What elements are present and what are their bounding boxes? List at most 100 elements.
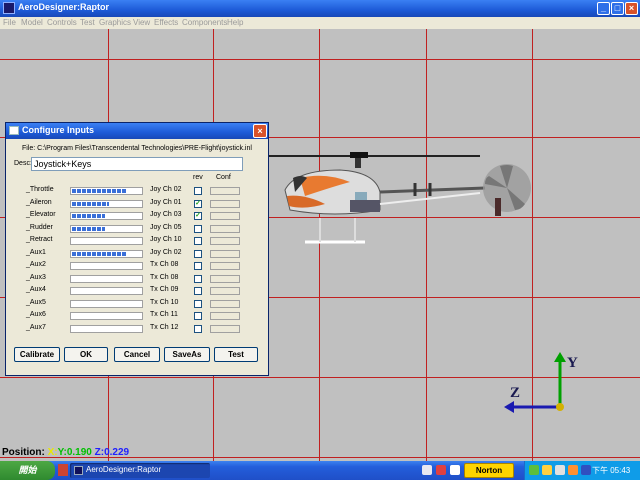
reverse-checkbox[interactable]: [194, 300, 202, 308]
reverse-checkbox[interactable]: ✓: [194, 212, 202, 220]
taskbar: 開始 AeroDesigner:Raptor Norton 下午 05:43: [0, 461, 640, 480]
tray-update-icon[interactable]: [568, 465, 578, 475]
conf-button[interactable]: [210, 300, 240, 308]
conf-button[interactable]: [210, 237, 240, 245]
reverse-checkbox[interactable]: [194, 312, 202, 320]
input-level-bar: [70, 287, 143, 295]
conf-button[interactable]: [210, 287, 240, 295]
tray-network-icon[interactable]: [529, 465, 539, 475]
menu-components[interactable]: Components: [182, 17, 227, 29]
reverse-checkbox[interactable]: [194, 250, 202, 258]
test-button[interactable]: Test: [214, 347, 258, 362]
channel-label[interactable]: Joy Ch 05: [150, 224, 182, 231]
configure-inputs-dialog: Configure Inputs × File: C:\Program File…: [5, 122, 269, 376]
menu-effects[interactable]: Effects: [154, 17, 178, 29]
norton-button[interactable]: Norton: [464, 463, 514, 478]
reverse-checkbox[interactable]: [194, 237, 202, 245]
channel-label[interactable]: Joy Ch 02: [150, 186, 182, 193]
menu-bar: File Model Controls Test Graphics View E…: [0, 17, 640, 29]
channel-label[interactable]: Joy Ch 02: [150, 249, 182, 256]
dialog-title-bar[interactable]: Configure Inputs ×: [6, 123, 268, 139]
channel-label[interactable]: Joy Ch 03: [150, 211, 182, 218]
tray-keyboard-icon[interactable]: [422, 465, 432, 475]
input-label: _Aux4: [26, 286, 46, 293]
menu-model[interactable]: Model: [21, 17, 43, 29]
conf-button[interactable]: [210, 312, 240, 320]
tray-display-icon[interactable]: [581, 465, 591, 475]
cancel-button[interactable]: Cancel: [114, 347, 160, 362]
input-label: _Retract: [26, 236, 53, 243]
y-axis-label: Y: [567, 355, 578, 371]
input-level-bar: [70, 200, 143, 208]
menu-help[interactable]: Help: [227, 17, 243, 29]
dialog-title: Configure Inputs: [22, 125, 94, 135]
save-as-button[interactable]: SaveAs: [164, 347, 210, 362]
input-label: _Elevator: [26, 211, 56, 218]
menu-controls[interactable]: Controls: [47, 17, 77, 29]
close-button[interactable]: ×: [625, 2, 638, 15]
position-z: Z:0.229: [94, 447, 130, 458]
input-label: _Throttle: [26, 186, 54, 193]
tray-help-icon[interactable]: [450, 465, 460, 475]
input-level-bar: [70, 262, 143, 270]
input-level-bar: [70, 312, 143, 320]
tray-app-icon[interactable]: [436, 465, 446, 475]
conf-button[interactable]: [210, 250, 240, 258]
dialog-close-button[interactable]: ×: [253, 124, 267, 138]
menu-view[interactable]: View: [133, 17, 150, 29]
input-label: _Rudder: [26, 224, 53, 231]
minimize-button[interactable]: _: [597, 2, 610, 15]
conf-button[interactable]: [210, 262, 240, 270]
input-level-fill: [72, 189, 127, 193]
ok-button[interactable]: OK: [64, 347, 108, 362]
position-label: Position:: [2, 447, 45, 458]
taskbar-app-button[interactable]: AeroDesigner:Raptor: [70, 463, 210, 478]
maximize-button[interactable]: □: [611, 2, 624, 15]
channel-label[interactable]: Tx Ch 09: [150, 286, 178, 293]
channel-label[interactable]: Tx Ch 08: [150, 274, 178, 281]
helicopter-model: [255, 152, 531, 244]
reverse-checkbox[interactable]: [194, 225, 202, 233]
conf-button[interactable]: [210, 225, 240, 233]
menu-graphics[interactable]: Graphics: [99, 17, 131, 29]
input-level-fill: [72, 227, 105, 231]
conf-button[interactable]: [210, 325, 240, 333]
clock: 下午 05:43: [592, 466, 631, 475]
position-x: X:: [47, 447, 58, 458]
calibrate-button[interactable]: Calibrate: [14, 347, 60, 362]
channel-label[interactable]: Joy Ch 01: [150, 199, 182, 206]
reverse-checkbox[interactable]: [194, 287, 202, 295]
reverse-checkbox[interactable]: [194, 325, 202, 333]
position-y: Y:0.190: [57, 447, 92, 458]
menu-file[interactable]: File: [3, 17, 16, 29]
input-level-bar: [70, 187, 143, 195]
taskbar-app-label: AeroDesigner:Raptor: [86, 465, 162, 474]
channel-label[interactable]: Tx Ch 08: [150, 261, 178, 268]
channel-label[interactable]: Tx Ch 10: [150, 299, 178, 306]
input-level-bar: [70, 225, 143, 233]
conf-button[interactable]: [210, 212, 240, 220]
conf-button[interactable]: [210, 275, 240, 283]
channel-label[interactable]: Tx Ch 12: [150, 324, 178, 331]
z-axis-label: Z: [510, 385, 521, 401]
tray-volume-icon[interactable]: [555, 465, 565, 475]
menu-test[interactable]: Test: [80, 17, 95, 29]
input-level-bar: [70, 250, 143, 258]
input-label: _Aux7: [26, 324, 46, 331]
tray-security-icon[interactable]: [542, 465, 552, 475]
desc-input[interactable]: Joystick+Keys: [31, 157, 243, 171]
app-icon: [3, 2, 15, 14]
reverse-checkbox[interactable]: ✓: [194, 200, 202, 208]
app-title-bar[interactable]: AeroDesigner:Raptor _ □ ×: [0, 0, 640, 17]
channel-label[interactable]: Joy Ch 10: [150, 236, 182, 243]
conf-button[interactable]: [210, 187, 240, 195]
conf-button[interactable]: [210, 200, 240, 208]
input-level-fill: [72, 252, 127, 256]
reverse-checkbox[interactable]: [194, 275, 202, 283]
channel-label[interactable]: Tx Ch 11: [150, 311, 178, 318]
reverse-checkbox[interactable]: [194, 262, 202, 270]
reverse-checkbox[interactable]: [194, 187, 202, 195]
input-level-bar: [70, 212, 143, 220]
quick-launch-icon[interactable]: [58, 464, 68, 476]
start-button[interactable]: 開始: [0, 461, 55, 480]
